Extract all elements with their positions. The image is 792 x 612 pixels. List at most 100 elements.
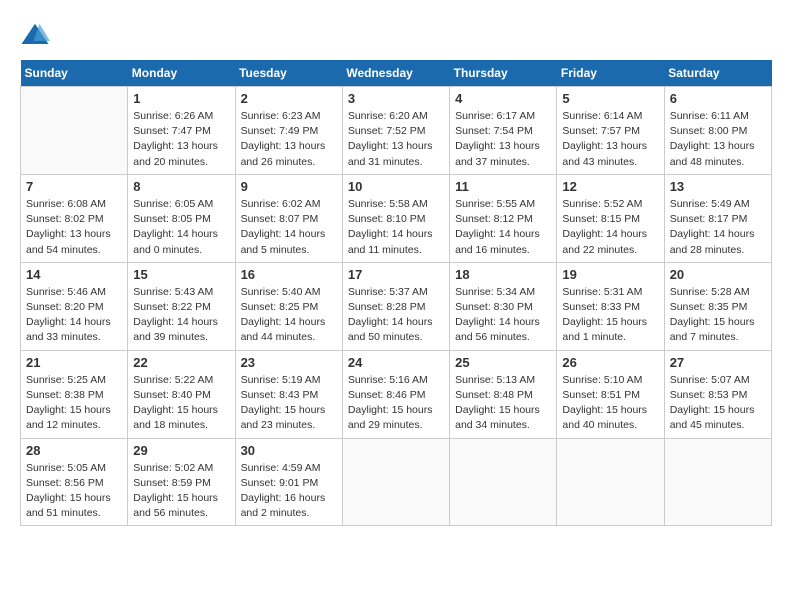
- day-number: 17: [348, 267, 444, 282]
- calendar-cell: 4Sunrise: 6:17 AM Sunset: 7:54 PM Daylig…: [450, 87, 557, 175]
- week-row-1: 1 Sunrise: 6:26 AM Sunset: 7:47 PM Daylig…: [21, 87, 772, 175]
- header-day-saturday: Saturday: [664, 60, 771, 87]
- calendar-cell: [21, 87, 128, 175]
- day-info: Sunrise: 6:14 AM Sunset: 7:57 PM Dayligh…: [562, 109, 658, 170]
- day-number: 13: [670, 179, 766, 194]
- day-number: 12: [562, 179, 658, 194]
- logo-icon: [20, 20, 50, 50]
- day-info: Sunrise: 4:59 AM Sunset: 9:01 PM Dayligh…: [241, 461, 337, 522]
- calendar-cell: 10 Sunrise: 5:58 AM Sunset: 8:10 PM Dayli…: [342, 174, 449, 262]
- calendar-body: 1 Sunrise: 6:26 AM Sunset: 7:47 PM Daylig…: [21, 87, 772, 526]
- calendar-cell: 22 Sunrise: 5:22 AM Sunset: 8:40 PM Dayli…: [128, 350, 235, 438]
- day-number: 22: [133, 355, 229, 370]
- day-number: 24: [348, 355, 444, 370]
- day-number: 20: [670, 267, 766, 282]
- calendar-cell: 14 Sunrise: 5:46 AM Sunset: 8:20 PM Dayli…: [21, 262, 128, 350]
- day-info: Sunrise: 6:11 AM Sunset: 8:00 PM Dayligh…: [670, 109, 766, 170]
- header-day-sunday: Sunday: [21, 60, 128, 87]
- day-number: 1: [133, 91, 229, 106]
- header-day-tuesday: Tuesday: [235, 60, 342, 87]
- day-info: Sunrise: 5:25 AM Sunset: 8:38 PM Dayligh…: [26, 373, 122, 434]
- day-info: Sunrise: 6:05 AM Sunset: 8:05 PM Dayligh…: [133, 197, 229, 258]
- day-number: 19: [562, 267, 658, 282]
- calendar-cell: 5 Sunrise: 6:14 AM Sunset: 7:57 PM Daylig…: [557, 87, 664, 175]
- day-number: 8: [133, 179, 229, 194]
- calendar-cell: 9 Sunrise: 6:02 AM Sunset: 8:07 PM Daylig…: [235, 174, 342, 262]
- week-row-2: 7 Sunrise: 6:08 AM Sunset: 8:02 PM Daylig…: [21, 174, 772, 262]
- calendar-cell: 21Sunrise: 5:25 AM Sunset: 8:38 PM Dayli…: [21, 350, 128, 438]
- day-number: 26: [562, 355, 658, 370]
- day-info: Sunrise: 6:17 AM Sunset: 7:54 PM Dayligh…: [455, 109, 551, 170]
- page-header: [20, 20, 772, 50]
- day-info: Sunrise: 6:20 AM Sunset: 7:52 PM Dayligh…: [348, 109, 444, 170]
- calendar-cell: 11 Sunrise: 5:55 AM Sunset: 8:12 PM Dayli…: [450, 174, 557, 262]
- calendar-cell: 3Sunrise: 6:20 AM Sunset: 7:52 PM Daylig…: [342, 87, 449, 175]
- header-day-friday: Friday: [557, 60, 664, 87]
- day-number: 28: [26, 443, 122, 458]
- day-info: Sunrise: 5:22 AM Sunset: 8:40 PM Dayligh…: [133, 373, 229, 434]
- day-info: Sunrise: 6:02 AM Sunset: 8:07 PM Dayligh…: [241, 197, 337, 258]
- day-info: Sunrise: 5:31 AM Sunset: 8:33 PM Dayligh…: [562, 285, 658, 346]
- day-info: Sunrise: 5:52 AM Sunset: 8:15 PM Dayligh…: [562, 197, 658, 258]
- day-info: Sunrise: 5:16 AM Sunset: 8:46 PM Dayligh…: [348, 373, 444, 434]
- header-day-thursday: Thursday: [450, 60, 557, 87]
- calendar-cell: 8 Sunrise: 6:05 AM Sunset: 8:05 PM Daylig…: [128, 174, 235, 262]
- day-info: Sunrise: 5:46 AM Sunset: 8:20 PM Dayligh…: [26, 285, 122, 346]
- day-number: 2: [241, 91, 337, 106]
- day-number: 14: [26, 267, 122, 282]
- day-number: 10: [348, 179, 444, 194]
- day-number: 23: [241, 355, 337, 370]
- week-row-4: 21Sunrise: 5:25 AM Sunset: 8:38 PM Dayli…: [21, 350, 772, 438]
- calendar-cell: 28 Sunrise: 5:05 AM Sunset: 8:56 PM Dayli…: [21, 438, 128, 526]
- calendar-cell: [342, 438, 449, 526]
- calendar-header: SundayMondayTuesdayWednesdayThursdayFrid…: [21, 60, 772, 87]
- calendar-cell: 25Sunrise: 5:13 AM Sunset: 8:48 PM Dayli…: [450, 350, 557, 438]
- day-info: Sunrise: 5:58 AM Sunset: 8:10 PM Dayligh…: [348, 197, 444, 258]
- day-info: Sunrise: 6:08 AM Sunset: 8:02 PM Dayligh…: [26, 197, 122, 258]
- calendar-cell: 23 Sunrise: 5:19 AM Sunset: 8:43 PM Dayli…: [235, 350, 342, 438]
- day-info: Sunrise: 5:40 AM Sunset: 8:25 PM Dayligh…: [241, 285, 337, 346]
- day-number: 7: [26, 179, 122, 194]
- header-day-monday: Monday: [128, 60, 235, 87]
- calendar-cell: [557, 438, 664, 526]
- day-info: Sunrise: 5:19 AM Sunset: 8:43 PM Dayligh…: [241, 373, 337, 434]
- calendar-cell: 30 Sunrise: 4:59 AM Sunset: 9:01 PM Dayli…: [235, 438, 342, 526]
- header-row: SundayMondayTuesdayWednesdayThursdayFrid…: [21, 60, 772, 87]
- day-number: 18: [455, 267, 551, 282]
- calendar-cell: 24 Sunrise: 5:16 AM Sunset: 8:46 PM Dayli…: [342, 350, 449, 438]
- calendar-cell: 29Sunrise: 5:02 AM Sunset: 8:59 PM Dayli…: [128, 438, 235, 526]
- day-info: Sunrise: 5:49 AM Sunset: 8:17 PM Dayligh…: [670, 197, 766, 258]
- week-row-5: 28 Sunrise: 5:05 AM Sunset: 8:56 PM Dayli…: [21, 438, 772, 526]
- day-number: 6: [670, 91, 766, 106]
- day-number: 15: [133, 267, 229, 282]
- week-row-3: 14 Sunrise: 5:46 AM Sunset: 8:20 PM Dayli…: [21, 262, 772, 350]
- day-info: Sunrise: 5:05 AM Sunset: 8:56 PM Dayligh…: [26, 461, 122, 522]
- calendar-cell: 27Sunrise: 5:07 AM Sunset: 8:53 PM Dayli…: [664, 350, 771, 438]
- calendar-cell: 1 Sunrise: 6:26 AM Sunset: 7:47 PM Daylig…: [128, 87, 235, 175]
- day-number: 11: [455, 179, 551, 194]
- day-number: 29: [133, 443, 229, 458]
- day-info: Sunrise: 6:26 AM Sunset: 7:47 PM Dayligh…: [133, 109, 229, 170]
- day-number: 16: [241, 267, 337, 282]
- calendar-table: SundayMondayTuesdayWednesdayThursdayFrid…: [20, 60, 772, 526]
- calendar-cell: 19 Sunrise: 5:31 AM Sunset: 8:33 PM Dayli…: [557, 262, 664, 350]
- day-info: Sunrise: 6:23 AM Sunset: 7:49 PM Dayligh…: [241, 109, 337, 170]
- logo: [20, 20, 54, 50]
- day-number: 30: [241, 443, 337, 458]
- day-info: Sunrise: 5:28 AM Sunset: 8:35 PM Dayligh…: [670, 285, 766, 346]
- day-info: Sunrise: 5:10 AM Sunset: 8:51 PM Dayligh…: [562, 373, 658, 434]
- calendar-cell: 18Sunrise: 5:34 AM Sunset: 8:30 PM Dayli…: [450, 262, 557, 350]
- calendar-cell: [450, 438, 557, 526]
- day-info: Sunrise: 5:37 AM Sunset: 8:28 PM Dayligh…: [348, 285, 444, 346]
- day-number: 9: [241, 179, 337, 194]
- calendar-cell: 15 Sunrise: 5:43 AM Sunset: 8:22 PM Dayli…: [128, 262, 235, 350]
- day-info: Sunrise: 5:07 AM Sunset: 8:53 PM Dayligh…: [670, 373, 766, 434]
- calendar-cell: 26 Sunrise: 5:10 AM Sunset: 8:51 PM Dayli…: [557, 350, 664, 438]
- day-number: 5: [562, 91, 658, 106]
- calendar-cell: 16 Sunrise: 5:40 AM Sunset: 8:25 PM Dayli…: [235, 262, 342, 350]
- day-info: Sunrise: 5:55 AM Sunset: 8:12 PM Dayligh…: [455, 197, 551, 258]
- calendar-cell: 20 Sunrise: 5:28 AM Sunset: 8:35 PM Dayli…: [664, 262, 771, 350]
- day-info: Sunrise: 5:43 AM Sunset: 8:22 PM Dayligh…: [133, 285, 229, 346]
- calendar-cell: [664, 438, 771, 526]
- header-day-wednesday: Wednesday: [342, 60, 449, 87]
